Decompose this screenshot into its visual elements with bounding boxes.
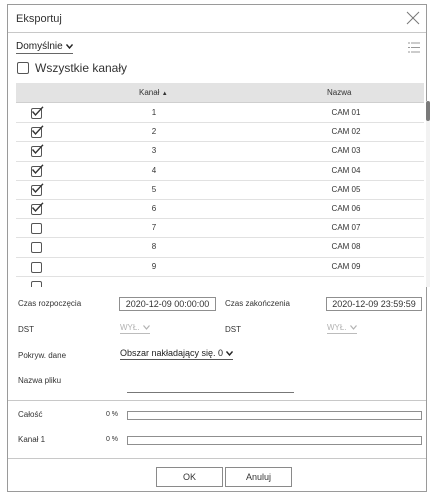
table-header: Kanał ▲ Nazwa <box>16 83 424 103</box>
cancel-button[interactable]: Anuluj <box>225 467 292 487</box>
channel-name: CAM 05 <box>331 184 361 194</box>
overlap-label: Pokryw. dane <box>18 351 67 360</box>
channel-number: 9 <box>151 261 157 271</box>
column-header-channel[interactable]: Kanał ▲ <box>139 88 168 97</box>
channel-number: 7 <box>151 223 157 233</box>
close-icon[interactable] <box>406 11 420 25</box>
channel-progress-percent: 0 % <box>105 436 118 443</box>
chevron-down-icon <box>65 44 73 49</box>
row-checkbox[interactable] <box>31 144 44 158</box>
channel-name: CAM 06 <box>331 203 361 213</box>
start-time-field[interactable]: 2020-12-09 00:00:00 <box>119 297 216 311</box>
all-channels-checkbox[interactable] <box>17 62 29 74</box>
total-progress-label: Całość <box>18 410 43 419</box>
row-checkbox[interactable] <box>31 106 44 119</box>
row-checkbox[interactable] <box>31 280 42 287</box>
table-row[interactable]: 8 CAM 08 <box>16 238 424 258</box>
section-separator <box>8 400 426 401</box>
overlap-dropdown[interactable]: Obszar nakładający się. 0 <box>120 348 234 360</box>
chevron-down-icon <box>226 350 234 356</box>
table-row[interactable]: 5 CAM 05 <box>16 181 424 200</box>
preset-dropdown[interactable]: Domyślnie <box>16 41 73 54</box>
sort-asc-icon: ▲ <box>161 91 168 97</box>
checkmark-icon <box>31 125 44 136</box>
channel-number: 2 <box>151 127 157 137</box>
channel-number: 6 <box>151 203 157 213</box>
scroll-thumb[interactable] <box>426 101 430 121</box>
table-body: 1 CAM 01 2 CAM 02 3 CAM 03 4 CAM 04 5 CAM 05 6 CAM … <box>16 104 424 287</box>
ok-button[interactable]: OK <box>156 467 223 487</box>
overlap-value: Obszar nakładający się. 0 <box>120 348 224 358</box>
row-checkbox[interactable] <box>31 183 44 196</box>
table-row[interactable]: 3 CAM 03 <box>16 142 424 162</box>
channel-name: CAM 01 <box>331 108 361 117</box>
title-separator <box>8 32 426 33</box>
export-dialog: Eksportuj Domyślnie Wszystkie kanały Kan… <box>7 4 430 492</box>
channel-progress-bar <box>127 436 422 445</box>
channel-name: CAM 07 <box>331 223 361 233</box>
end-time-label: Czas zakończenia <box>225 299 290 308</box>
channel-table: Kanał ▲ Nazwa 1 CAM 01 2 CAM 02 3 CAM 03 4 CAM … <box>16 83 430 287</box>
checkmark-icon <box>31 144 44 155</box>
table-row[interactable] <box>16 277 424 287</box>
chevron-down-icon <box>349 325 357 330</box>
footer-separator <box>8 458 426 459</box>
dst-end-value: WYŁ. <box>327 323 347 332</box>
channel-number: 5 <box>151 184 157 194</box>
dialog-title: Eksportuj <box>16 13 62 25</box>
checkmark-icon <box>31 202 44 212</box>
table-row[interactable]: 9 CAM 09 <box>16 258 424 277</box>
row-checkbox[interactable] <box>31 163 44 177</box>
channel-name: CAM 08 <box>331 242 361 252</box>
preset-value: Domyślnie <box>16 41 63 52</box>
dst-start-value: WYŁ. <box>120 323 140 332</box>
channel-name: CAM 09 <box>331 261 361 271</box>
channel-number: 8 <box>151 242 157 252</box>
row-checkbox[interactable] <box>31 242 42 254</box>
channel-name: CAM 02 <box>331 127 361 137</box>
filename-label: Nazwa pliku <box>18 376 62 385</box>
table-row[interactable]: 7 CAM 07 <box>16 219 424 239</box>
dst-end-dropdown[interactable]: WYŁ. <box>327 323 357 334</box>
total-progress-bar <box>127 411 422 420</box>
channel-number: 4 <box>151 165 157 175</box>
channel-number: 3 <box>151 146 157 156</box>
total-progress-percent: 0 % <box>105 411 118 418</box>
list-icon[interactable] <box>408 42 420 53</box>
column-header-name[interactable]: Nazwa <box>327 88 351 97</box>
channel-name: CAM 04 <box>331 165 361 175</box>
table-row[interactable]: 1 CAM 01 <box>16 104 424 124</box>
dst-start-dropdown[interactable]: WYŁ. <box>120 323 150 334</box>
row-checkbox[interactable] <box>31 202 44 215</box>
end-time-field[interactable]: 2020-12-09 23:59:59 <box>326 297 422 311</box>
table-scrollbar[interactable] <box>426 101 430 287</box>
channel-name: CAM 03 <box>331 146 361 156</box>
dst-label-start: DST <box>18 325 34 334</box>
row-checkbox[interactable] <box>31 223 42 235</box>
row-checkbox[interactable] <box>31 125 44 139</box>
channel-number: 1 <box>151 108 157 117</box>
chevron-down-icon <box>142 325 150 330</box>
table-row[interactable]: 6 CAM 06 <box>16 200 424 220</box>
checkmark-icon <box>31 106 44 117</box>
row-checkbox[interactable] <box>31 261 42 273</box>
all-channels-toggle[interactable]: Wszystkie kanały <box>17 61 127 75</box>
table-row[interactable]: 4 CAM 04 <box>16 162 424 181</box>
all-channels-label: Wszystkie kanały <box>35 61 128 75</box>
checkmark-icon <box>31 183 44 193</box>
dst-label-end: DST <box>225 325 241 334</box>
table-row[interactable]: 2 CAM 02 <box>16 123 424 143</box>
checkmark-icon <box>31 163 44 174</box>
start-time-label: Czas rozpoczęcia <box>18 299 82 308</box>
channel-progress-label: Kanał 1 <box>18 435 46 444</box>
filename-input[interactable] <box>127 381 294 393</box>
